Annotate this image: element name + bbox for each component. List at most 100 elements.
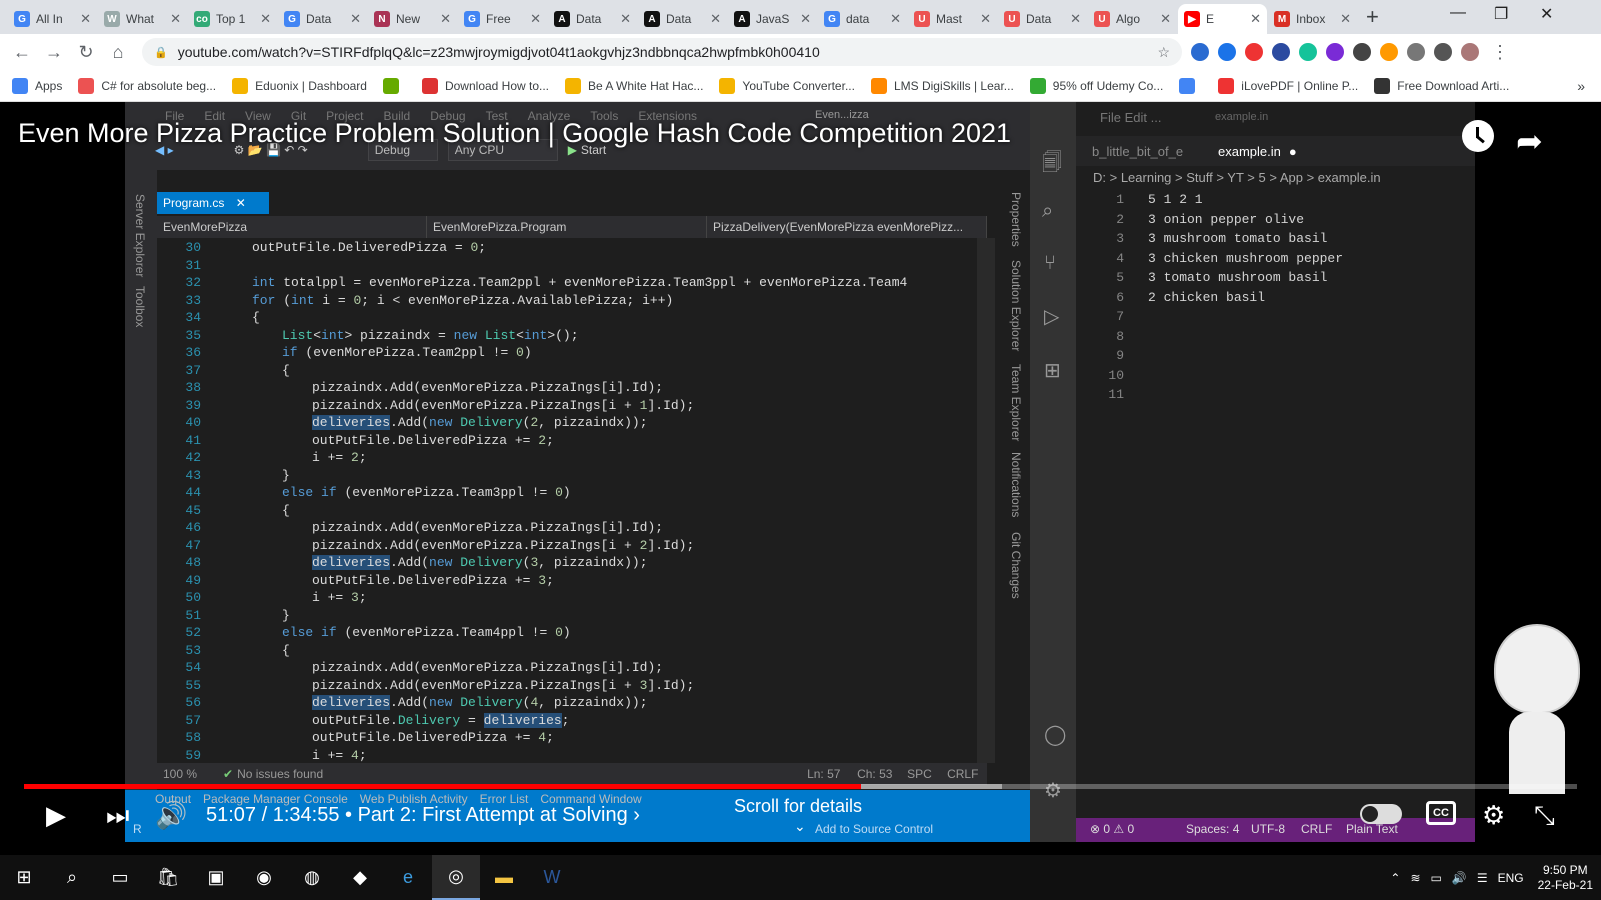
browser-tab[interactable]: N New ✕ xyxy=(368,4,457,34)
watch-later-icon[interactable] xyxy=(1462,120,1494,152)
tab-close-icon[interactable]: ✕ xyxy=(1070,11,1081,27)
bookmark-item[interactable]: Free Download Arti... xyxy=(1374,77,1509,94)
exit-fullscreen-icon[interactable]: ⤡ xyxy=(1534,800,1555,832)
tray-chevron-icon[interactable]: ⌃ xyxy=(1390,871,1400,885)
tab-close-icon[interactable]: ✕ xyxy=(440,11,451,27)
bookmark-item[interactable]: LMS DigiSkills | Lear... xyxy=(870,77,1014,94)
extension-eyedropper-icon[interactable] xyxy=(1353,43,1371,61)
captions-button[interactable]: CC xyxy=(1426,801,1456,825)
tab-close-icon[interactable]: ✕ xyxy=(1160,11,1171,27)
new-tab-button[interactable]: + xyxy=(1366,4,1379,30)
browser-tab[interactable]: A Data ✕ xyxy=(638,4,727,34)
share-icon[interactable]: ➦ xyxy=(1516,122,1543,160)
volume-icon[interactable]: 🔊 xyxy=(155,800,187,831)
menu-dots-icon[interactable]: ⋮ xyxy=(1491,42,1509,63)
bookmark-item[interactable]: Apps xyxy=(12,77,62,94)
browser-tab[interactable]: ▶ E ✕ xyxy=(1178,4,1267,34)
extension-new-icon[interactable] xyxy=(1218,43,1236,61)
bookmarks-overflow-icon[interactable]: » xyxy=(1577,78,1585,94)
tab-close-icon[interactable]: ✕ xyxy=(890,11,901,27)
close-window-icon[interactable]: ✕ xyxy=(1540,4,1553,24)
tab-close-icon[interactable]: ✕ xyxy=(1250,11,1261,27)
extension-grammarly-icon[interactable] xyxy=(1299,43,1317,61)
browser-tab[interactable]: Gdata ✕ xyxy=(818,4,907,34)
browser-tab[interactable]: G Data ✕ xyxy=(278,4,367,34)
browser-tab[interactable]: U Mast ✕ xyxy=(908,4,997,34)
restore-icon[interactable]: ❐ xyxy=(1494,4,1508,24)
chevron-down-icon[interactable]: ⌄ xyxy=(794,818,806,835)
progress-bar[interactable] xyxy=(24,784,1577,789)
file-explorer-icon[interactable]: ▬ xyxy=(480,855,528,900)
app-icon-1[interactable]: ◉ xyxy=(240,855,288,900)
browser-tab[interactable]: U Algo ✕ xyxy=(1088,4,1177,34)
tab-close-icon[interactable]: ✕ xyxy=(980,11,991,27)
minimize-icon[interactable]: — xyxy=(1450,4,1466,22)
browser-tab[interactable]: co Top 1 ✕ xyxy=(188,4,277,34)
start-menu-icon[interactable]: ⊞ xyxy=(0,855,48,900)
bookmark-item[interactable]: Be A White Hat Hac... xyxy=(565,77,703,94)
browser-tab[interactable]: M Inbox ✕ xyxy=(1268,4,1357,34)
bookmark-item[interactable]: Eduonix | Dashboard xyxy=(232,77,367,94)
next-icon[interactable]: ⏭ xyxy=(106,800,129,832)
reading-list-icon[interactable] xyxy=(1434,43,1452,61)
bookmark-item[interactable]: Download How to... xyxy=(421,77,549,94)
notification-icon[interactable]: ☰ xyxy=(1477,871,1488,885)
network-icon[interactable]: ≋ xyxy=(1410,871,1420,885)
settings-gear-icon[interactable]: ⚙ xyxy=(1482,800,1505,831)
tab-close-icon[interactable]: ✕ xyxy=(170,11,181,27)
volume-tray-icon[interactable]: 🔊 xyxy=(1452,871,1467,885)
tab-close-icon[interactable]: ✕ xyxy=(1340,11,1351,27)
app-icon-3[interactable]: ◆ xyxy=(336,855,384,900)
bookmark-item[interactable]: C# for absolute beg... xyxy=(78,77,216,94)
browser-tab[interactable]: A Data ✕ xyxy=(548,4,637,34)
back-icon[interactable]: ← xyxy=(6,42,38,63)
extension-screen-icon[interactable] xyxy=(1272,43,1290,61)
extension-record-icon[interactable] xyxy=(1245,43,1263,61)
tab-close-icon[interactable]: ✕ xyxy=(710,11,721,27)
lock-icon[interactable]: 🔒 xyxy=(154,46,168,59)
forward-icon[interactable]: → xyxy=(38,42,70,63)
task-view-icon[interactable]: ▭ xyxy=(96,855,144,900)
tab-close-icon[interactable]: ✕ xyxy=(350,11,361,27)
play-icon[interactable]: ▶ xyxy=(46,800,66,831)
tab-close-icon[interactable]: ✕ xyxy=(260,11,271,27)
extension-purple-icon[interactable] xyxy=(1326,43,1344,61)
browser-tab[interactable]: W What ✕ xyxy=(98,4,187,34)
home-icon[interactable]: ⌂ xyxy=(102,42,134,63)
address-bar[interactable]: 🔒 youtube.com/watch?v=STIRFdfplqQ&lc=z23… xyxy=(142,38,1182,66)
autoplay-toggle[interactable] xyxy=(1360,804,1402,824)
store-icon[interactable]: 🛍 xyxy=(144,855,192,900)
bookmark-item[interactable] xyxy=(1179,77,1202,94)
battery-icon[interactable]: ▭ xyxy=(1431,871,1442,885)
taskbar-clock[interactable]: 9:50 PM 22-Feb-21 xyxy=(1538,863,1593,893)
app-icon-2[interactable]: ◍ xyxy=(288,855,336,900)
chrome-icon[interactable]: ◎ xyxy=(432,855,480,900)
bookmark-item[interactable]: iLovePDF | Online P... xyxy=(1218,77,1358,94)
bookmark-item[interactable]: YouTube Converter... xyxy=(719,77,855,94)
bookmark-item[interactable] xyxy=(382,77,406,94)
bookmark-item[interactable]: 95% off Udemy Co... xyxy=(1029,77,1163,94)
browser-tab[interactable]: A JavaS ✕ xyxy=(728,4,817,34)
browser-tab[interactable]: G Free ✕ xyxy=(458,4,547,34)
extensions-puzzle-icon[interactable] xyxy=(1407,43,1425,61)
tab-close-icon[interactable]: ✕ xyxy=(80,11,91,27)
browser-tab[interactable]: G All In ✕ xyxy=(8,4,97,34)
tab-close-icon[interactable]: ✕ xyxy=(800,11,811,27)
search-icon[interactable]: ⌕ xyxy=(48,855,96,900)
profile-avatar[interactable] xyxy=(1461,43,1479,61)
terminal-icon[interactable]: ▣ xyxy=(192,855,240,900)
extension-orange-icon[interactable] xyxy=(1380,43,1398,61)
reload-icon[interactable]: ↻ xyxy=(70,42,102,63)
language-indicator[interactable]: ENG xyxy=(1498,871,1524,885)
extension-360-icon[interactable] xyxy=(1191,43,1209,61)
tab-close-icon[interactable]: ✕ xyxy=(620,11,631,27)
bookmark-star-icon[interactable]: ☆ xyxy=(1157,44,1170,61)
chapter-title[interactable]: Part 2: First Attempt at Solving xyxy=(358,804,628,826)
browser-tab[interactable]: U Data ✕ xyxy=(998,4,1087,34)
word-icon[interactable]: W xyxy=(528,855,576,900)
video-title[interactable]: Even More Pizza Practice Problem Solutio… xyxy=(18,118,1011,149)
video-player[interactable]: File Edit View Git Project Build Debug Test Anal… xyxy=(0,102,1601,900)
tab-close-icon[interactable]: ✕ xyxy=(530,11,541,27)
edge-icon[interactable]: e xyxy=(384,855,432,900)
vsc-line-number: 9 xyxy=(1116,348,1124,363)
